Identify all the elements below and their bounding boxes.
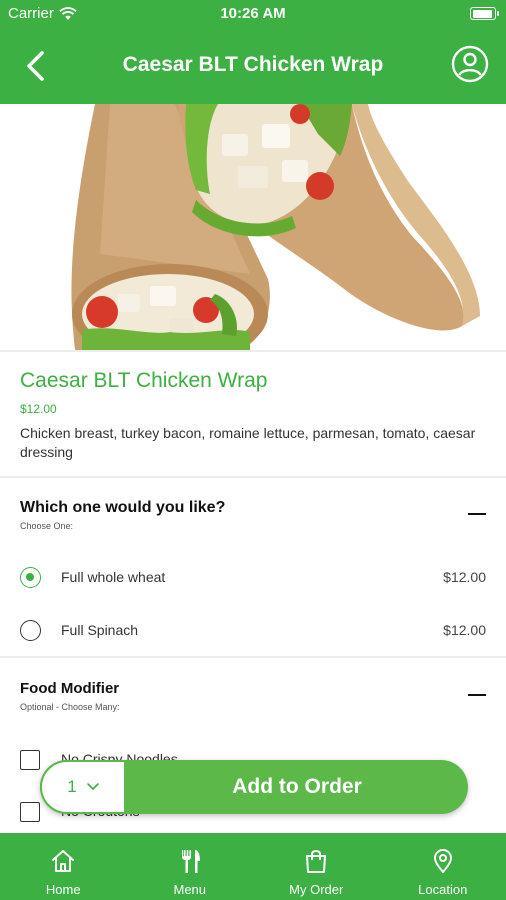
utensils-icon [181, 850, 200, 873]
app-header: Carrier 10:26 AM Caesar BLT Chicken Wrap [0, 0, 506, 104]
divider [0, 656, 506, 658]
tab-my-order[interactable]: My Order [253, 833, 380, 900]
option-label: Full whole wheat [61, 569, 166, 585]
chevron-left-icon [27, 51, 44, 81]
status-time: 10:26 AM [220, 5, 286, 22]
add-to-order-button[interactable]: Add to Order [126, 760, 468, 814]
tab-location[interactable]: Location [380, 833, 506, 900]
tab-label: Menu [173, 882, 207, 897]
page-title: Caesar BLT Chicken Wrap [122, 53, 384, 76]
option-label: Full Spinach [61, 622, 139, 638]
divider [0, 476, 506, 478]
tab-label: My Order [289, 882, 344, 897]
wrap-photo [71, 104, 480, 350]
option-group-title: Which one would you like? [20, 499, 226, 516]
tab-bar: Home Menu My Order Location [0, 833, 506, 900]
status-bar: Carrier 10:26 AM [0, 0, 506, 28]
item-price: $12.00 [20, 402, 57, 416]
option-price: $12.00 [443, 569, 486, 585]
tab-label: Home [45, 882, 81, 897]
collapse-minus-icon[interactable] [468, 694, 486, 696]
quantity-selector[interactable]: 1 [40, 760, 126, 814]
item-name: Caesar BLT Chicken Wrap [20, 369, 268, 392]
home-icon [52, 850, 75, 872]
option-group-subtitle: Optional - Choose Many: [20, 702, 120, 712]
tab-home[interactable]: Home [0, 833, 127, 900]
radio-button[interactable] [20, 567, 41, 588]
divider [0, 350, 506, 352]
chevron-down-icon [86, 783, 99, 791]
battery-icon [470, 7, 499, 20]
tab-menu[interactable]: Menu [127, 833, 254, 900]
add-to-order-bar: 1 Add to Order [40, 760, 468, 814]
option-row[interactable]: Full whole wheat $12.00 [0, 558, 506, 598]
back-button[interactable] [18, 44, 52, 88]
item-description: Chicken breast, turkey bacon, romaine le… [20, 425, 476, 460]
map-pin-icon [433, 849, 452, 873]
tab-label: Location [418, 882, 468, 897]
item-photo [0, 104, 506, 350]
user-circle-icon [451, 45, 489, 83]
shopping-bag-icon [306, 850, 327, 873]
profile-button[interactable] [450, 44, 490, 84]
checkbox[interactable] [20, 750, 40, 770]
option-group-subtitle: Choose One: [20, 521, 74, 531]
quantity-value: 1 [67, 777, 77, 796]
collapse-minus-icon[interactable] [468, 513, 486, 515]
option-price: $12.00 [443, 622, 486, 638]
option-group-title: Food Modifier [20, 680, 120, 697]
checkbox[interactable] [20, 802, 40, 822]
radio-button[interactable] [20, 620, 41, 641]
option-row[interactable]: Full Spinach $12.00 [0, 611, 506, 651]
